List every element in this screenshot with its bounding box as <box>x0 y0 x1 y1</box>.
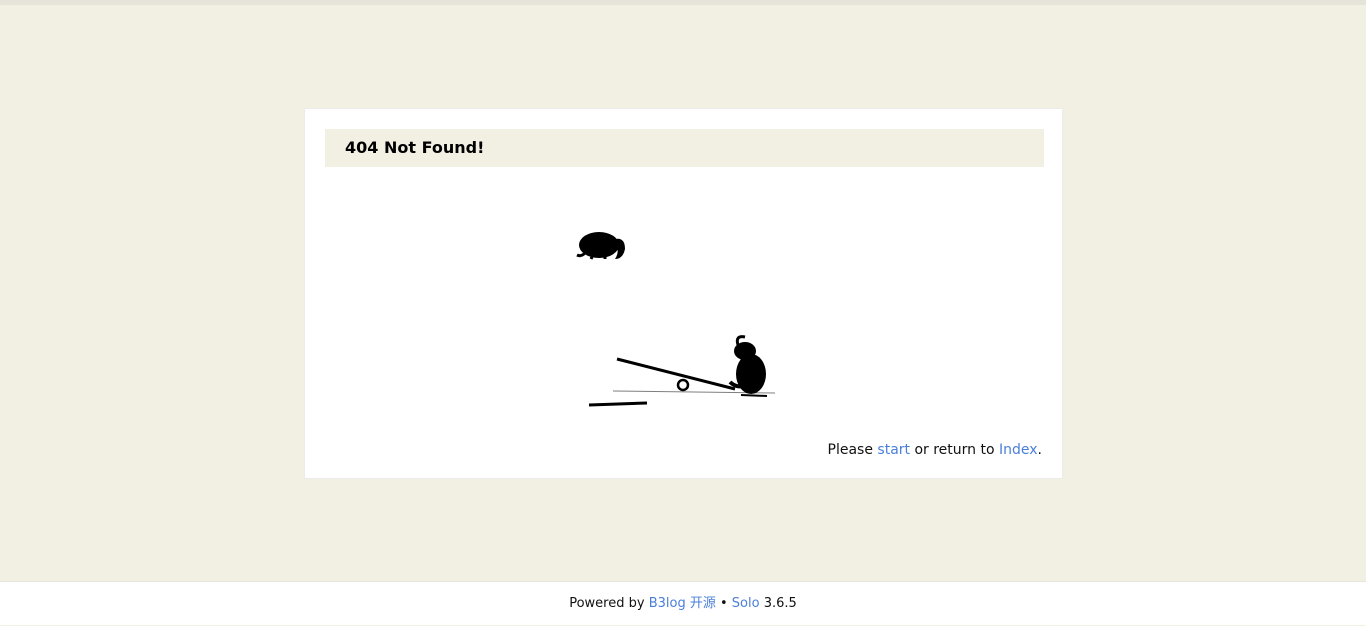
footer: Powered by B3log 开源 • Solo 3.6.5 <box>0 581 1366 625</box>
footer-version: 3.6.5 <box>759 596 797 611</box>
seesaw-pivot <box>676 378 690 392</box>
footer-separator: • <box>715 596 732 611</box>
hint-suffix: . <box>1037 442 1042 458</box>
start-link[interactable]: start <box>877 442 910 458</box>
index-link[interactable]: Index <box>999 442 1038 458</box>
footer-powered-by: Powered by <box>569 596 649 611</box>
page-title: 404 Not Found! <box>325 129 1044 167</box>
elephant-seesaw-illustration <box>576 232 775 407</box>
flying-elephant-icon <box>576 232 625 260</box>
error-card: 404 Not Found! Please start or return to… <box>304 108 1063 479</box>
solo-link[interactable]: Solo <box>732 596 760 611</box>
sitting-elephant-icon <box>728 335 768 397</box>
hint-prefix: Please <box>827 442 878 458</box>
hint-text: Please start or return to Index. <box>828 442 1042 458</box>
hint-middle: or return to <box>910 442 999 458</box>
seesaw-plank <box>616 357 736 391</box>
b3log-link[interactable]: B3log 开源 <box>649 596 716 611</box>
top-strip <box>0 0 1366 5</box>
